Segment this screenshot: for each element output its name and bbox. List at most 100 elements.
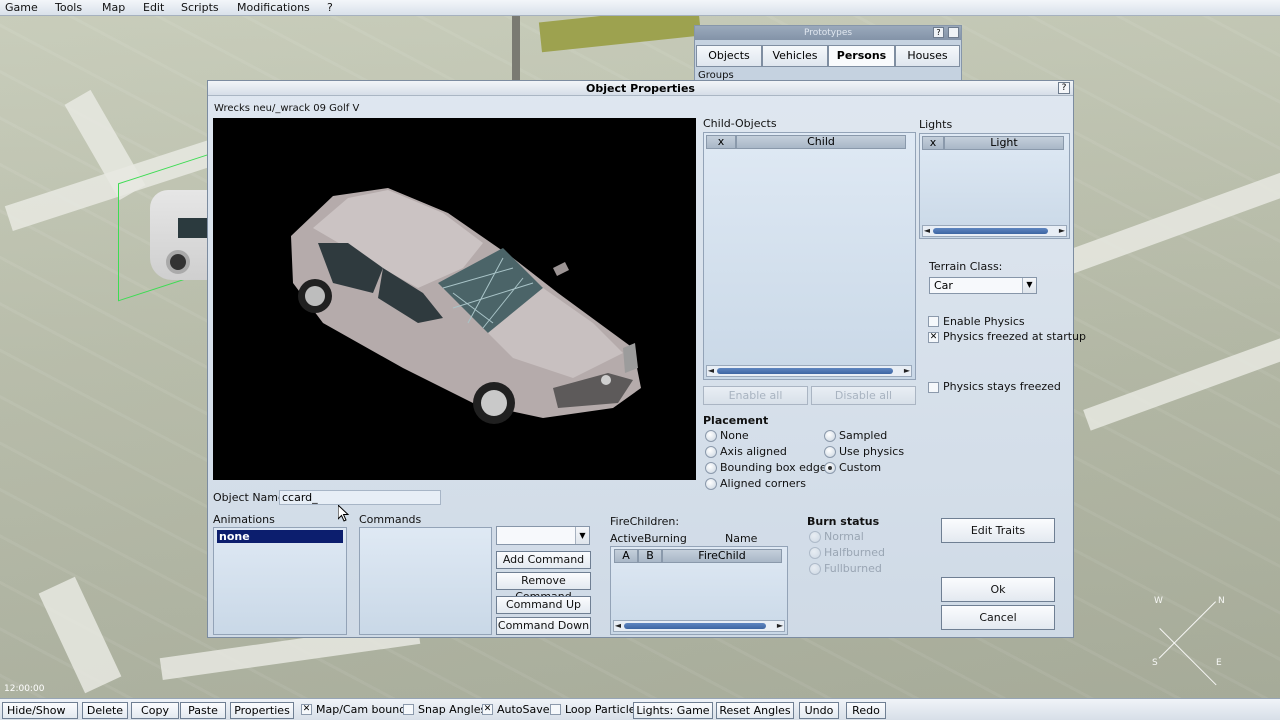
child-col-child[interactable]: Child	[736, 135, 906, 149]
loop-particles-label: Loop Particles	[565, 703, 642, 716]
mouse-cursor-icon	[338, 505, 350, 522]
placement-sampled-label: Sampled	[839, 429, 888, 442]
fire-col-b[interactable]: B	[638, 549, 662, 563]
scroll-thumb[interactable]	[933, 228, 1048, 234]
ok-button[interactable]: Ok	[941, 577, 1055, 602]
terrain-class-select[interactable]: Car ▼	[929, 277, 1037, 294]
copy-button[interactable]: Copy	[131, 702, 179, 719]
map-cam-bounds-label: Map/Cam bounds	[316, 703, 412, 716]
lights-label: Lights	[919, 118, 953, 131]
physics-stays-checkbox[interactable]	[928, 382, 939, 393]
menu-help[interactable]: ?	[327, 1, 333, 14]
loop-particles-checkbox[interactable]	[550, 704, 561, 715]
placement-sampled-radio[interactable]	[824, 430, 836, 442]
placement-none-radio[interactable]	[705, 430, 717, 442]
scroll-right-icon[interactable]: ►	[903, 366, 911, 376]
scroll-left-icon[interactable]: ◄	[614, 621, 622, 631]
physics-stays-label: Physics stays freezed	[943, 380, 1061, 393]
add-command-button[interactable]: Add Command	[496, 551, 591, 569]
placement-label: Placement	[703, 414, 769, 427]
tab-vehicles[interactable]: Vehicles	[762, 45, 828, 67]
chevron-down-icon[interactable]: ▼	[575, 527, 589, 544]
dialog-help-button[interactable]: ?	[1058, 82, 1070, 94]
enable-all-button[interactable]: Enable all	[703, 386, 808, 405]
terrain-class-label: Terrain Class:	[929, 260, 1003, 273]
menu-tools[interactable]: Tools	[55, 1, 82, 14]
street-pole	[512, 16, 520, 80]
burn-halfburned-radio[interactable]	[809, 547, 821, 559]
lights-list-scrollbar[interactable]: ◄ ►	[922, 225, 1067, 237]
lights-game-button[interactable]: Lights: Game	[633, 702, 713, 719]
placement-physics-radio[interactable]	[824, 446, 836, 458]
physics-freezed-checkbox[interactable]: ✕	[928, 332, 939, 343]
light-col-light[interactable]: Light	[944, 136, 1064, 150]
physics-freezed-label: Physics freezed at startup	[943, 330, 1087, 343]
burn-halfburned-label: Halfburned	[824, 546, 885, 559]
command-up-button[interactable]: Command Up	[496, 596, 591, 614]
fire-col-a[interactable]: A	[614, 549, 638, 563]
chevron-down-icon[interactable]: ▼	[1022, 278, 1036, 293]
scroll-left-icon[interactable]: ◄	[923, 226, 931, 236]
scroll-left-icon[interactable]: ◄	[707, 366, 715, 376]
menu-modifications[interactable]: Modifications	[237, 1, 310, 14]
cancel-button[interactable]: Cancel	[941, 605, 1055, 630]
commands-label: Commands	[359, 513, 422, 526]
menu-bar: Game Tools Map Edit Scripts Modification…	[0, 0, 1280, 16]
enable-physics-checkbox[interactable]	[928, 316, 939, 327]
child-col-x[interactable]: x	[706, 135, 736, 149]
placement-bbox-label: Bounding box edges	[720, 461, 833, 474]
command-down-button[interactable]: Command Down	[496, 617, 591, 635]
scroll-thumb[interactable]	[717, 368, 893, 374]
tab-persons[interactable]: Persons	[828, 45, 895, 67]
snap-angles-checkbox[interactable]	[403, 704, 414, 715]
child-objects-list[interactable]: x Child ◄ ►	[703, 132, 916, 380]
scroll-right-icon[interactable]: ►	[1058, 226, 1066, 236]
object-name-field[interactable]: ccard_	[279, 490, 441, 505]
placement-custom-radio[interactable]	[824, 462, 836, 474]
lights-list[interactable]: x Light ◄ ►	[919, 133, 1070, 239]
tab-houses[interactable]: Houses	[895, 45, 960, 67]
light-col-x[interactable]: x	[922, 136, 944, 150]
undo-button[interactable]: Undo	[799, 702, 839, 719]
game-clock: 12:00:00	[4, 684, 45, 694]
reset-angles-button[interactable]: Reset Angles	[716, 702, 794, 719]
burn-normal-radio[interactable]	[809, 531, 821, 543]
scroll-right-icon[interactable]: ►	[776, 621, 784, 631]
fire-list-scrollbar[interactable]: ◄ ►	[613, 620, 785, 632]
menu-game[interactable]: Game	[5, 1, 38, 14]
remove-command-button[interactable]: Remove Command	[496, 572, 591, 603]
list-item[interactable]: none	[217, 530, 343, 543]
edit-traits-button[interactable]: Edit Traits	[941, 518, 1055, 543]
placement-axis-label: Axis aligned	[720, 445, 787, 458]
road-marking	[38, 576, 122, 694]
autosave-checkbox[interactable]: ✕	[482, 704, 493, 715]
placement-bbox-radio[interactable]	[705, 462, 717, 474]
prototypes-close-button[interactable]	[948, 27, 959, 38]
terrain-class-value: Car	[934, 279, 953, 292]
scroll-thumb[interactable]	[624, 623, 766, 629]
menu-scripts[interactable]: Scripts	[181, 1, 219, 14]
fire-col-firechild[interactable]: FireChild	[662, 549, 782, 563]
object-preview[interactable]	[213, 118, 696, 480]
delete-button[interactable]: Delete	[82, 702, 128, 719]
child-list-scrollbar[interactable]: ◄ ►	[706, 365, 912, 377]
properties-button[interactable]: Properties	[230, 702, 294, 719]
fire-children-list[interactable]: A B FireChild ◄ ►	[610, 546, 788, 635]
menu-edit[interactable]: Edit	[143, 1, 164, 14]
command-select[interactable]: ▼	[496, 526, 590, 545]
placed-vehicle[interactable]	[150, 190, 212, 280]
menu-map[interactable]: Map	[102, 1, 125, 14]
burn-status-label: Burn status	[807, 515, 880, 528]
hide-show-button[interactable]: Hide/Show	[2, 702, 78, 719]
tab-objects[interactable]: Objects	[696, 45, 762, 67]
paste-button[interactable]: Paste	[180, 702, 226, 719]
animations-list[interactable]: none	[213, 527, 347, 635]
disable-all-button[interactable]: Disable all	[811, 386, 916, 405]
burn-fullburned-radio[interactable]	[809, 563, 821, 575]
map-cam-bounds-checkbox[interactable]: ✕	[301, 704, 312, 715]
commands-list[interactable]	[359, 527, 492, 635]
placement-axis-radio[interactable]	[705, 446, 717, 458]
placement-corners-radio[interactable]	[705, 478, 717, 490]
prototypes-help-button[interactable]: ?	[933, 27, 944, 38]
redo-button[interactable]: Redo	[846, 702, 886, 719]
